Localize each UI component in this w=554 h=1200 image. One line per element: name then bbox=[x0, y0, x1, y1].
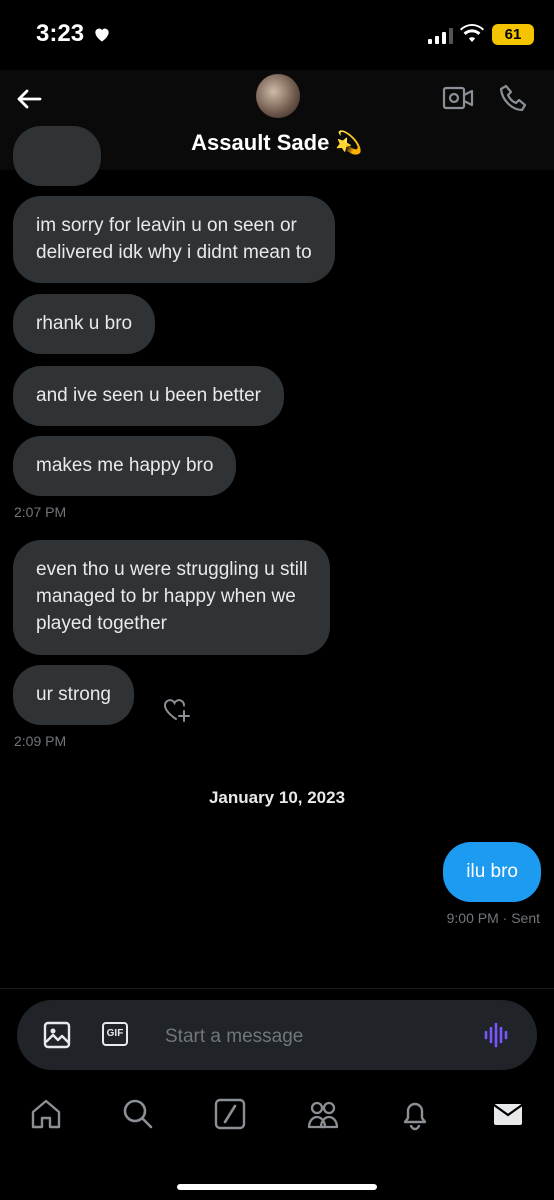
back-arrow-icon[interactable] bbox=[14, 84, 44, 114]
message-bubble[interactable]: makes me happy bro bbox=[13, 436, 237, 496]
grok-icon[interactable] bbox=[213, 1097, 247, 1131]
add-reaction-icon[interactable] bbox=[162, 697, 192, 723]
home-icon[interactable] bbox=[29, 1097, 63, 1131]
divider bbox=[0, 988, 554, 989]
message-bubble[interactable]: rhank u bro bbox=[13, 294, 156, 354]
message-bubble[interactable]: im sorry for leavin u on seen or deliver… bbox=[13, 196, 335, 283]
outgoing-message-bubble[interactable]: ilu bro bbox=[443, 842, 541, 902]
home-indicator bbox=[177, 1184, 377, 1190]
voice-message-icon[interactable] bbox=[483, 1021, 511, 1049]
battery-indicator: 61 bbox=[492, 24, 534, 45]
status-time: 3:23 bbox=[36, 20, 85, 47]
wifi-icon bbox=[460, 24, 484, 42]
outgoing-time: 9:00 PM bbox=[446, 910, 499, 926]
image-icon[interactable] bbox=[43, 1021, 71, 1049]
avatar[interactable] bbox=[256, 74, 300, 118]
heart-icon bbox=[95, 28, 109, 42]
message-bubble[interactable]: even tho u were struggling u still manag… bbox=[13, 540, 331, 655]
message-bubble[interactable]: and ive seen u been better bbox=[13, 366, 285, 426]
messages-icon[interactable] bbox=[491, 1097, 525, 1131]
date-separator: January 10, 2023 bbox=[208, 788, 346, 807]
message-bubble[interactable]: ur strong bbox=[13, 665, 134, 725]
message-composer: GIF bbox=[17, 1000, 537, 1070]
outgoing-meta: 9:00 PM · Sent bbox=[447, 910, 540, 926]
message-timestamp: 2:09 PM bbox=[14, 733, 67, 749]
message-thread: im sorry for leavin u on seen or deliver… bbox=[0, 126, 554, 990]
communities-icon[interactable] bbox=[306, 1097, 340, 1131]
message-timestamp: 2:07 PM bbox=[14, 504, 67, 520]
cell-signal-icon bbox=[428, 28, 453, 44]
search-icon[interactable] bbox=[121, 1097, 155, 1131]
video-call-icon[interactable] bbox=[442, 84, 474, 112]
message-input[interactable] bbox=[163, 1022, 467, 1052]
message-bubble-partial[interactable] bbox=[13, 126, 101, 186]
gif-button[interactable]: GIF bbox=[102, 1022, 128, 1046]
sent-status: · Sent bbox=[502, 910, 540, 926]
phone-call-icon[interactable] bbox=[498, 82, 530, 114]
bottom-tab-bar bbox=[0, 1085, 554, 1155]
status-bar: 3:23 61 bbox=[0, 0, 554, 70]
notifications-icon[interactable] bbox=[398, 1097, 432, 1131]
